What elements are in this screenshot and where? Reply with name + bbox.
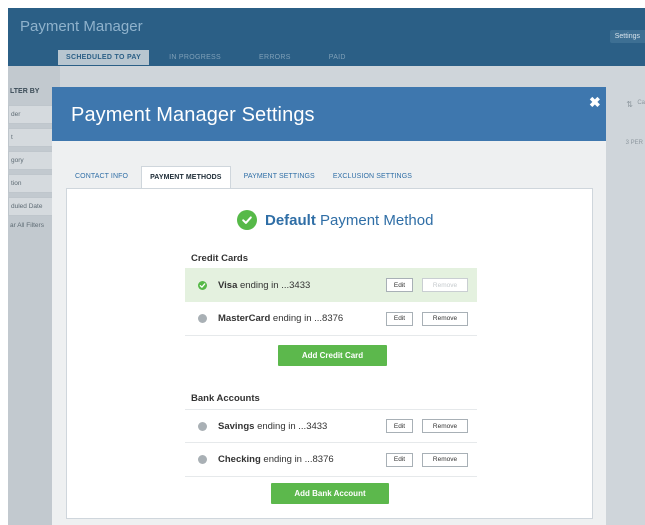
filter-item[interactable]: duled Date (8, 197, 57, 216)
card-name: MasterCard (218, 313, 271, 324)
filter-item[interactable]: der (8, 105, 57, 124)
app-title: Payment Manager (20, 18, 143, 35)
app-tab-errors[interactable]: ERRORS (239, 50, 309, 65)
card-label: MasterCard ending in ...8376 (218, 313, 386, 324)
app-header: Payment Manager SCHEDULED TO PAY IN PROG… (8, 8, 645, 66)
filter-item[interactable]: t (8, 128, 57, 147)
tab-payment-methods[interactable]: PAYMENT METHODS (141, 166, 231, 190)
remove-button[interactable]: Remove (422, 278, 468, 292)
account-name: Checking (218, 454, 261, 465)
remove-button[interactable]: Remove (422, 311, 468, 326)
card-suffix: ending in ...3433 (237, 279, 311, 291)
card-suffix: ending in ...8376 (270, 313, 344, 324)
default-heading-rest: Payment Method (315, 211, 434, 229)
app-tab-in-progress[interactable]: IN PROGRESS (149, 50, 239, 65)
sort-icon: ⇅ (626, 100, 633, 109)
per-page-label: 3 PER (625, 140, 643, 146)
edit-button[interactable]: Edit (386, 452, 413, 467)
background-label: Ca (637, 100, 645, 106)
app-tab-scheduled[interactable]: SCHEDULED TO PAY (58, 50, 150, 65)
filter-item[interactable]: gory (8, 151, 57, 170)
settings-modal: Payment Manager Settings ✖ CONTACT INFO … (52, 87, 606, 525)
filter-item[interactable]: tion (8, 174, 57, 193)
bank-account-row-savings[interactable]: Savings ending in ...3433 Edit Remove (185, 409, 477, 443)
tab-contact-info[interactable]: CONTACT INFO (66, 166, 137, 189)
modal-header: Payment Manager Settings ✖ (52, 87, 606, 141)
account-label: Checking ending in ...8376 (218, 454, 386, 465)
status-dot-icon (198, 455, 207, 464)
default-heading-bold: Default (265, 211, 316, 229)
edit-button[interactable]: Edit (386, 419, 413, 433)
card-name: Visa (218, 279, 238, 291)
check-circle-icon (237, 210, 257, 230)
selected-check-icon (198, 280, 207, 290)
status-dot-icon (198, 421, 207, 431)
bank-account-row-checking[interactable]: Checking ending in ...8376 Edit Remove (185, 443, 477, 477)
account-suffix: ending in ...3433 (254, 420, 328, 432)
add-bank-account-button[interactable]: Add Bank Account (271, 483, 389, 504)
edit-button[interactable]: Edit (386, 278, 413, 292)
app-tabs: SCHEDULED TO PAY IN PROGRESS ERRORS PAID (58, 50, 364, 65)
account-suffix: ending in ...8376 (260, 454, 334, 465)
add-credit-card-button[interactable]: Add Credit Card (278, 345, 387, 366)
modal-tabs: CONTACT INFO PAYMENT METHODS PAYMENT SET… (66, 166, 421, 190)
card-label: Visa ending in ...3433 (218, 280, 386, 291)
account-label: Savings ending in ...3433 (218, 421, 386, 432)
edit-button[interactable]: Edit (386, 311, 413, 326)
payment-methods-panel: Default Payment Method Credit Cards Visa… (66, 188, 593, 519)
settings-button[interactable]: Settings (609, 30, 645, 43)
account-name: Savings (218, 420, 255, 432)
close-icon[interactable]: ✖ (589, 95, 601, 109)
credit-card-row-mastercard[interactable]: MasterCard ending in ...8376 Edit Remove (185, 302, 477, 336)
default-heading-text: Default Payment Method (265, 212, 433, 229)
default-payment-heading: Default Payment Method (237, 210, 433, 230)
tab-payment-settings[interactable]: PAYMENT SETTINGS (235, 166, 324, 189)
app-tab-paid[interactable]: PAID (309, 50, 364, 65)
status-dot-icon (198, 314, 207, 323)
tab-exclusion-settings[interactable]: EXCLUSION SETTINGS (324, 166, 421, 189)
modal-title: Payment Manager Settings (71, 104, 315, 126)
credit-cards-title: Credit Cards (191, 253, 249, 264)
remove-button[interactable]: Remove (422, 452, 468, 467)
remove-button[interactable]: Remove (422, 419, 468, 433)
credit-card-row-visa[interactable]: Visa ending in ...3433 Edit Remove (185, 268, 477, 302)
bank-accounts-title: Bank Accounts (191, 393, 260, 404)
